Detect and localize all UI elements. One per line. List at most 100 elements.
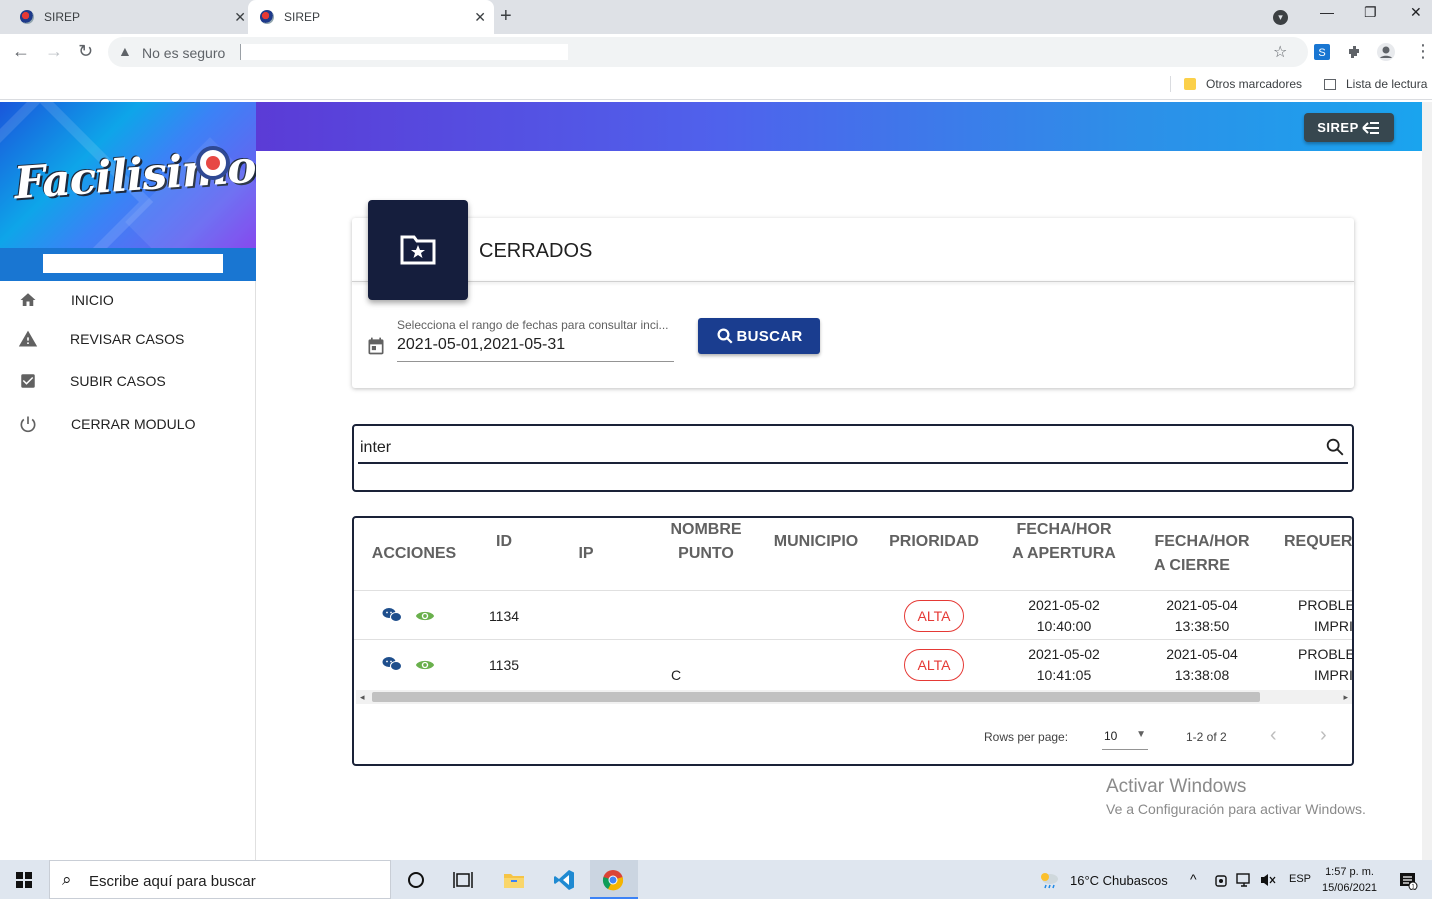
search-icon[interactable] xyxy=(1324,436,1346,458)
address-bar[interactable]: ▲ No es seguro ☆ xyxy=(108,37,1308,67)
user-bar xyxy=(0,248,256,281)
prev-page-icon[interactable]: ‹ xyxy=(1270,724,1277,747)
taskbar-search[interactable]: ⌕ Escribe aquí para buscar xyxy=(49,860,391,899)
bookmark-star-icon[interactable]: ☆ xyxy=(1273,42,1287,62)
column-header-nombre-punto[interactable]: NOMBRE PUNTO xyxy=(656,518,756,566)
column-header-municipio[interactable]: MUNICIPIO xyxy=(766,530,866,554)
extensions-puzzle-icon[interactable] xyxy=(1346,43,1364,61)
sidebar-item-label: CERRAR MODULO xyxy=(71,416,196,432)
show-hidden-icons-icon[interactable]: ^ xyxy=(1190,871,1197,887)
sidebar-item-subir-casos[interactable]: SUBIR CASOS xyxy=(0,362,256,400)
sidebar-item-label: INICIO xyxy=(71,292,114,308)
cortana-icon[interactable] xyxy=(404,868,428,892)
rows-per-page-label: Rows per page: xyxy=(984,730,1069,744)
profile-avatar-icon[interactable] xyxy=(1376,42,1396,62)
sirep-toggle-button[interactable]: SIREP xyxy=(1304,113,1394,142)
windows-start-icon[interactable] xyxy=(16,872,32,888)
header-divider xyxy=(354,590,1352,591)
sidebar-item-cerrar-modulo[interactable]: CERRAR MODULO xyxy=(0,405,256,443)
sidebar: Facilisimo INICIO REVISAR CASOS SUBIR CA… xyxy=(0,102,256,860)
folder-star-icon xyxy=(400,235,436,265)
reload-icon[interactable]: ↻ xyxy=(78,41,93,62)
calendar-icon[interactable] xyxy=(366,336,386,356)
bookmark-lista-lectura[interactable]: Lista de lectura xyxy=(1324,77,1427,91)
volume-muted-icon[interactable] xyxy=(1260,872,1276,888)
language-indicator[interactable]: ESP xyxy=(1289,873,1311,885)
forward-icon[interactable]: → xyxy=(45,41,63,62)
date-range-label: Selecciona el rango de fechas para consu… xyxy=(397,318,669,332)
column-header-fecha-cierre[interactable]: FECHA/HOR A CIERRE xyxy=(1144,530,1260,578)
page-scrollbar[interactable] xyxy=(1422,102,1432,860)
tab-search-icon[interactable]: ▾ xyxy=(1273,10,1288,25)
date-range-field[interactable]: Selecciona el rango de fechas para consu… xyxy=(365,316,675,364)
tab-close-icon[interactable]: ✕ xyxy=(474,9,486,26)
next-page-icon[interactable]: › xyxy=(1320,724,1327,747)
network-icon[interactable] xyxy=(1236,872,1254,888)
rows-per-page-select[interactable]: 10 ▼ xyxy=(1102,726,1148,750)
cell-fecha-cierre: 2021-05-04 13:38:08 xyxy=(1166,646,1238,683)
chat-icon[interactable] xyxy=(382,656,402,672)
column-header-acciones[interactable]: ACCIONES xyxy=(364,542,464,566)
sidebar-item-label: REVISAR CASOS xyxy=(70,331,185,347)
scroll-left-icon[interactable]: ◂ xyxy=(360,690,365,704)
priority-badge: ALTA xyxy=(904,600,964,632)
row-divider xyxy=(354,639,1352,640)
sidebar-item-inicio[interactable]: INICIO xyxy=(0,281,256,319)
browser-menu-icon[interactable]: ⋮ xyxy=(1414,41,1432,62)
table-search-box xyxy=(352,424,1354,492)
sidebar-item-revisar-casos[interactable]: REVISAR CASOS xyxy=(0,320,256,358)
not-secure-warning-icon[interactable]: ▲ xyxy=(118,43,132,59)
task-view-icon[interactable] xyxy=(451,868,475,892)
column-header-requerimiento[interactable]: REQUER xyxy=(1284,530,1352,554)
scrollbar-thumb[interactable] xyxy=(372,692,1260,702)
notifications-icon[interactable]: 1 xyxy=(1398,870,1418,890)
column-header-prioridad[interactable]: PRIORIDAD xyxy=(884,530,984,554)
top-app-bar: SIREP xyxy=(256,102,1422,151)
meet-camera-icon[interactable] xyxy=(1214,872,1228,888)
weather-icon[interactable] xyxy=(1038,870,1060,890)
sirep-favicon-icon xyxy=(260,10,274,24)
tab-title: SIREP xyxy=(44,10,81,24)
bookmarks-bar: Otros marcadores Lista de lectura xyxy=(0,70,1432,100)
new-tab-icon[interactable]: + xyxy=(500,5,512,28)
tab-close-icon[interactable]: ✕ xyxy=(234,9,246,26)
card-icon-badge xyxy=(368,200,468,300)
search-input[interactable] xyxy=(360,436,1310,460)
taskbar-clock[interactable]: 1:57 p. m. 15/06/2021 xyxy=(1322,864,1377,896)
cell-requerimiento: PROBLE IMPRI xyxy=(1298,597,1354,634)
file-explorer-icon[interactable] xyxy=(502,868,526,892)
cell-requerimiento: PROBLE IMPRI xyxy=(1298,646,1354,683)
scroll-right-icon[interactable]: ▸ xyxy=(1343,690,1348,704)
column-header-id[interactable]: ID xyxy=(474,530,534,554)
date-range-value[interactable]: 2021-05-01,2021-05-31 xyxy=(397,336,565,354)
browser-tab[interactable]: SIREP ✕ xyxy=(8,0,254,34)
table-horizontal-scrollbar[interactable]: ◂ ▸ xyxy=(356,690,1352,704)
buscar-button[interactable]: BUSCAR xyxy=(698,318,820,354)
sirep-button-label: SIREP xyxy=(1317,120,1359,135)
minimize-icon[interactable]: — xyxy=(1320,4,1334,20)
weather-text[interactable]: 16°C Chubascos xyxy=(1070,873,1168,888)
svg-text:S: S xyxy=(1318,47,1325,59)
vscode-icon[interactable] xyxy=(552,868,576,892)
chat-icon[interactable] xyxy=(382,607,402,623)
restore-icon[interactable]: ❐ xyxy=(1364,4,1377,21)
cases-table: ACCIONES ID IP NOMBRE PUNTO MUNICIPIO PRI… xyxy=(352,516,1354,766)
eye-icon[interactable] xyxy=(415,657,435,673)
column-header-fecha-apertura[interactable]: FECHA/HOR A APERTURA xyxy=(1006,518,1122,566)
chrome-icon[interactable] xyxy=(601,868,625,892)
reading-list-icon xyxy=(1324,78,1336,90)
browser-tab-active[interactable]: SIREP ✕ xyxy=(248,0,494,34)
column-header-ip[interactable]: IP xyxy=(556,542,616,566)
eye-icon[interactable] xyxy=(415,608,435,624)
cell-id: 1134 xyxy=(488,608,520,624)
window-close-icon[interactable]: ✕ xyxy=(1410,4,1422,21)
dropdown-arrow-icon: ▼ xyxy=(1136,729,1146,740)
bookmark-otros-marcadores[interactable]: Otros marcadores xyxy=(1184,77,1302,91)
app-root: Facilisimo INICIO REVISAR CASOS SUBIR CA… xyxy=(0,102,1432,860)
back-icon[interactable]: ← xyxy=(12,41,30,62)
search-icon xyxy=(717,328,733,344)
extension-s-icon[interactable]: S xyxy=(1313,43,1331,61)
security-label[interactable]: No es seguro xyxy=(142,45,225,61)
url-text[interactable] xyxy=(240,44,568,60)
checkbox-icon xyxy=(17,370,39,392)
